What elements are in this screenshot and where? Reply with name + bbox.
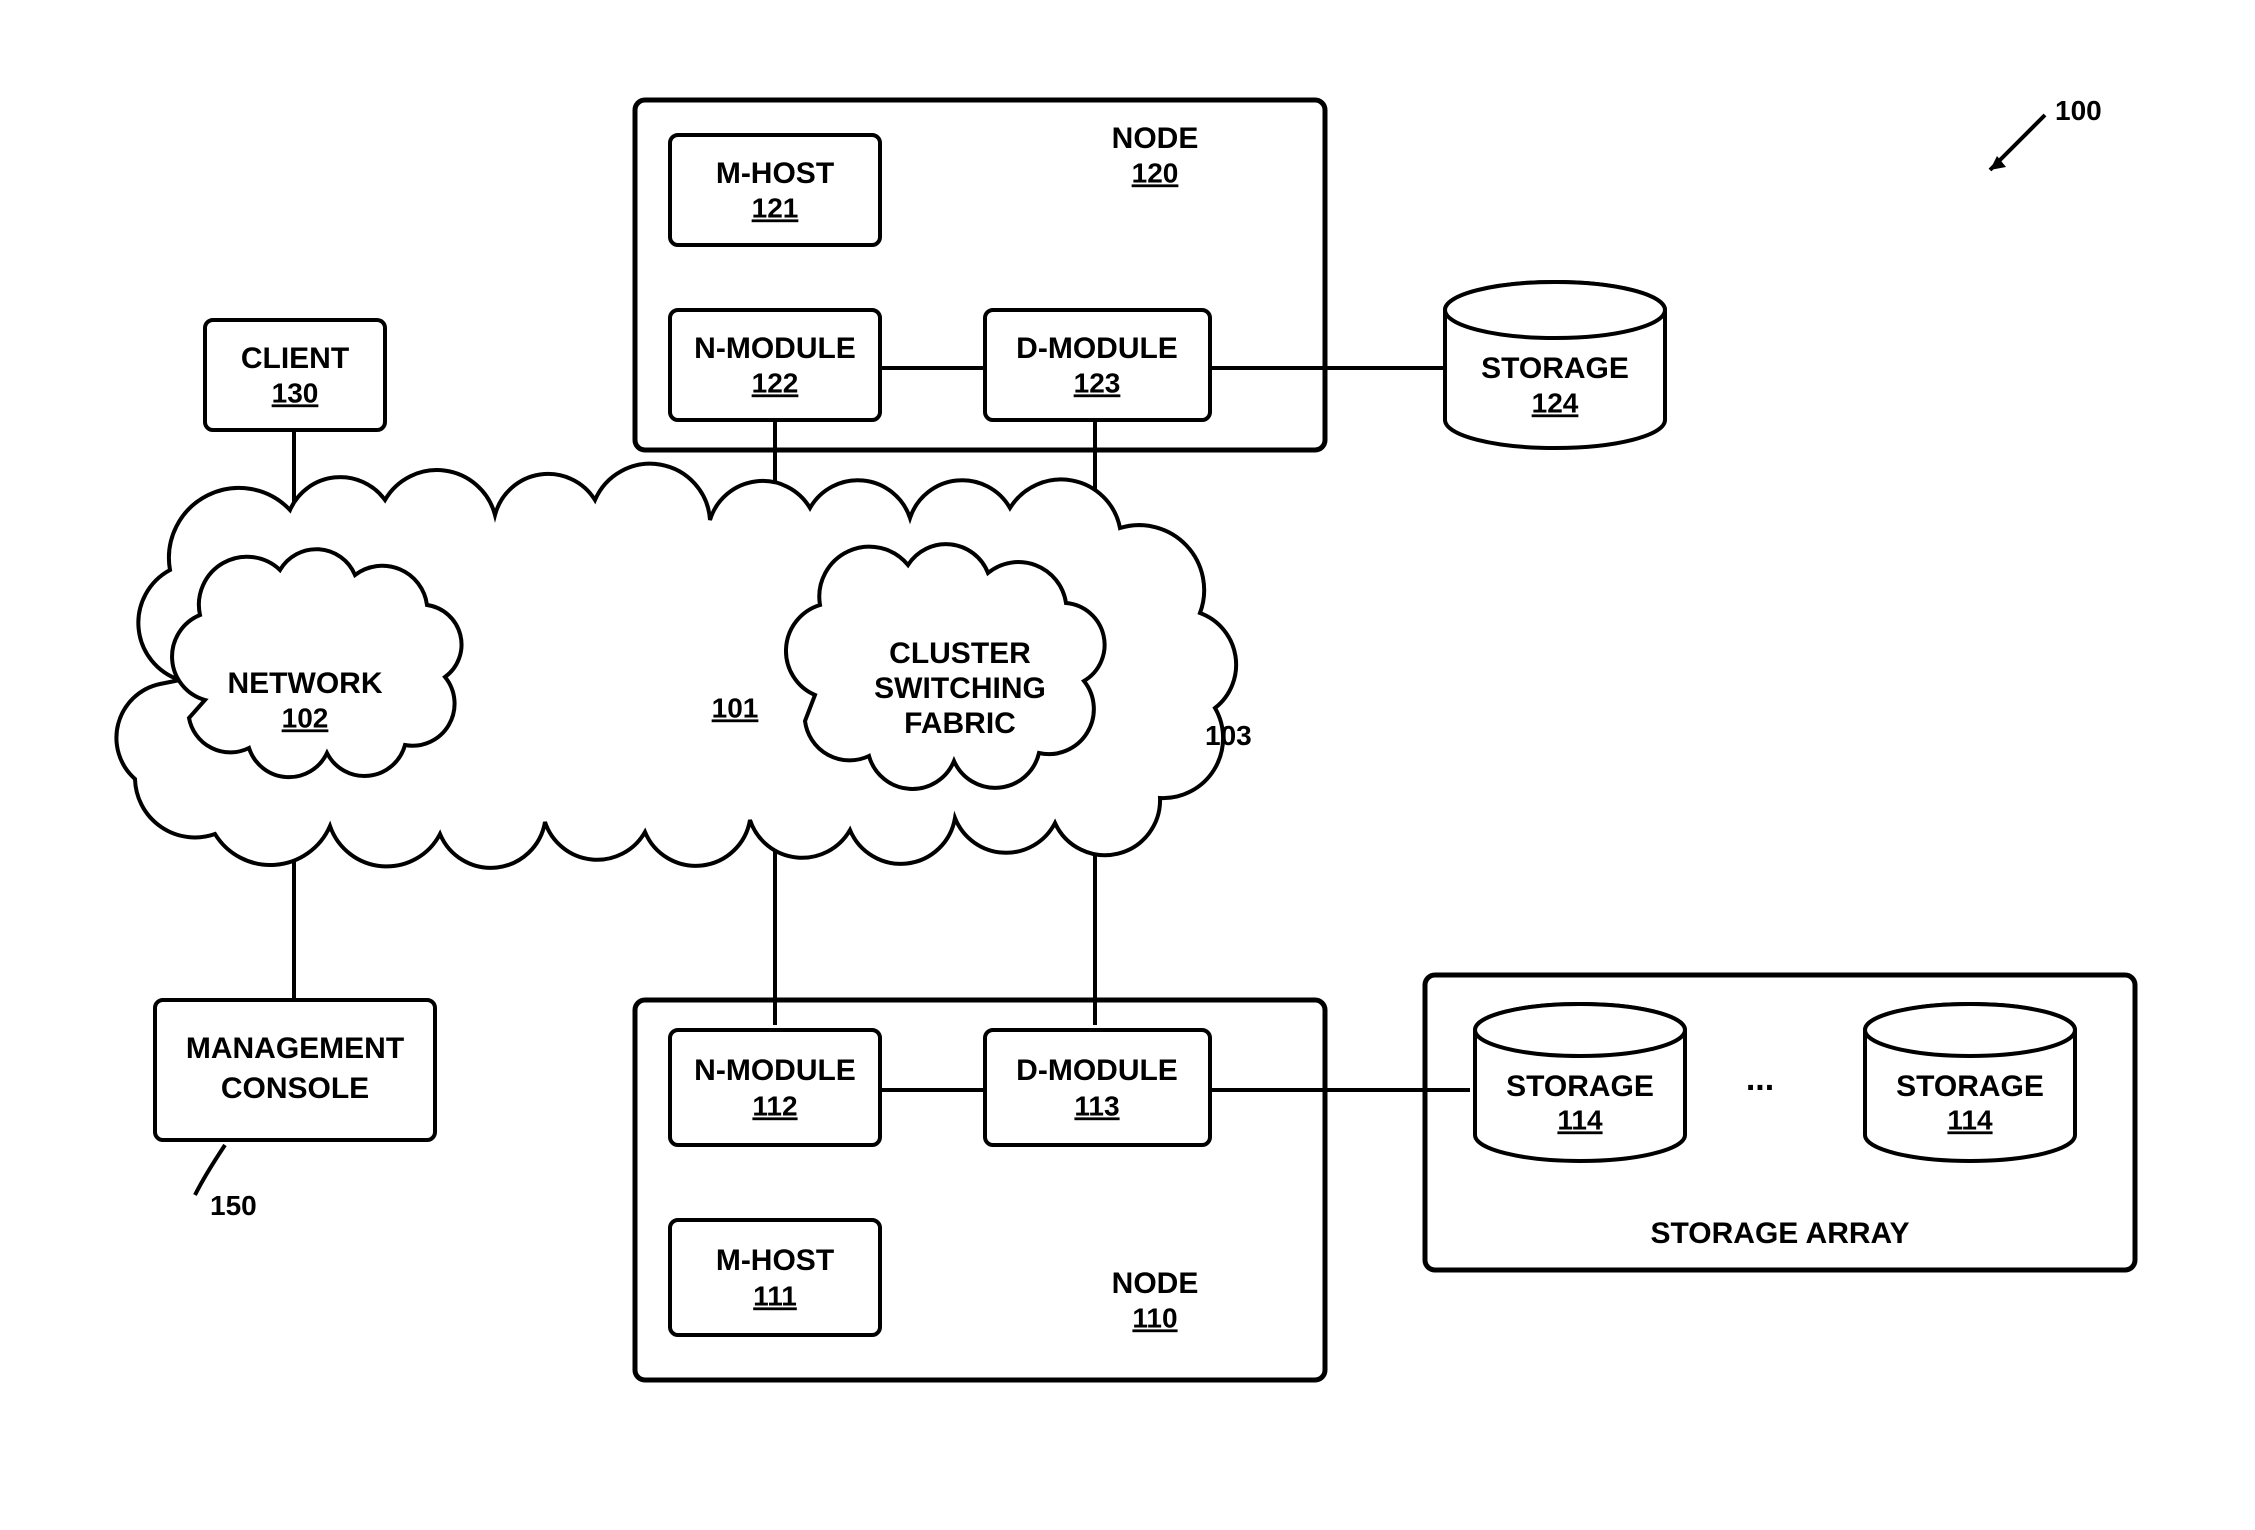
leader-150 <box>195 1145 225 1195</box>
nmod-bottom-label: N-MODULE <box>694 1054 856 1087</box>
node-bottom-ref: 110 <box>1132 1302 1177 1333</box>
mgmt-label2: CONSOLE <box>221 1072 369 1105</box>
leader-100 <box>1990 115 2045 170</box>
svg-text:114: 114 <box>1557 1104 1603 1135</box>
node-top-ref: 120 <box>1132 157 1179 188</box>
svg-text:114: 114 <box>1947 1104 1993 1135</box>
figure-ref: 100 <box>2055 95 2102 126</box>
csf-line3: FABRIC <box>904 707 1016 740</box>
storage-array-item-1: STORAGE 114 <box>1475 1004 1685 1161</box>
mhost-top-box <box>670 135 880 245</box>
client-box: CLIENT 130 <box>205 320 385 430</box>
mhost-bottom-box <box>670 1220 880 1335</box>
mgmt-label1: MANAGEMENT <box>186 1032 404 1065</box>
dmod-bottom-ref: 113 <box>1074 1090 1119 1121</box>
nmod-bottom-box <box>670 1030 880 1145</box>
nmod-top-label: N-MODULE <box>694 332 856 365</box>
dmod-bottom-label: D-MODULE <box>1016 1054 1178 1087</box>
management-console-box: MANAGEMENT CONSOLE <box>155 1000 435 1140</box>
system-diagram: 101 NETWORK 102 CLUSTER SWITCHING FABRIC… <box>0 0 2255 1530</box>
mhost-bottom-label: M-HOST <box>716 1244 834 1277</box>
svg-text:STORAGE: STORAGE <box>1896 1070 2044 1103</box>
client-ref: 130 <box>272 377 319 408</box>
dmod-top-label: D-MODULE <box>1016 332 1178 365</box>
network-cloud-ref: 102 <box>282 702 329 733</box>
storage-array-label: STORAGE ARRAY <box>1651 1217 1910 1250</box>
node-bottom: N-MODULE 112 D-MODULE 113 M-HOST 111 NOD… <box>635 1000 1325 1380</box>
dmod-bottom-box <box>985 1030 1210 1145</box>
network-cloud: NETWORK 102 <box>172 549 461 777</box>
dmod-top-ref: 123 <box>1074 367 1121 398</box>
node-top: NODE 120 M-HOST 121 N-MODULE 122 D-MODUL… <box>635 100 1325 450</box>
dmod-top-box <box>985 310 1210 420</box>
nmod-bottom-ref: 112 <box>752 1090 797 1121</box>
storage-array-item-2: STORAGE 114 <box>1865 1004 2075 1161</box>
svg-text:STORAGE: STORAGE <box>1506 1070 1654 1103</box>
csf-line2: SWITCHING <box>874 672 1046 705</box>
mgmt-ref: 150 <box>210 1190 257 1221</box>
nmod-top-box <box>670 310 880 420</box>
storage-array: STORAGE 114 ... STORAGE 114 STORAGE ARRA… <box>1425 975 2135 1270</box>
network-region-ref: 101 <box>712 692 759 723</box>
storage-top-label: STORAGE <box>1481 352 1629 385</box>
csf-cloud: CLUSTER SWITCHING FABRIC <box>786 544 1105 789</box>
mhost-top-ref: 121 <box>752 192 799 223</box>
network-cloud-label: NETWORK <box>228 667 383 700</box>
node-bottom-label: NODE <box>1112 1267 1199 1300</box>
mhost-bottom-ref: 111 <box>753 1280 797 1311</box>
mhost-top-label: M-HOST <box>716 157 834 190</box>
csf-ref: 103 <box>1205 720 1252 751</box>
storage-top: STORAGE 124 <box>1445 282 1665 448</box>
storage-top-ref: 124 <box>1532 387 1579 418</box>
nmod-top-ref: 122 <box>752 367 799 398</box>
client-label: CLIENT <box>241 342 349 375</box>
storage-array-ellipsis: ... <box>1746 1060 1774 1098</box>
node-top-label: NODE <box>1112 122 1199 155</box>
csf-line1: CLUSTER <box>889 637 1031 670</box>
